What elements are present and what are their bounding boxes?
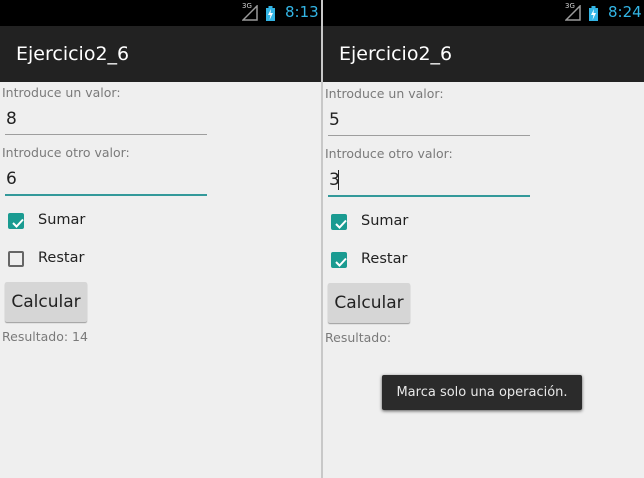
calcular-label: Calcular: [334, 293, 404, 313]
action-bar: Ejercicio2_6: [0, 26, 321, 82]
action-bar: Ejercicio2_6: [323, 26, 644, 82]
sumar-label: Sumar: [361, 213, 409, 229]
value2-input[interactable]: 3: [328, 168, 530, 197]
field2-label: Introduce otro valor:: [325, 146, 453, 161]
status-bar: 3G 8:13: [0, 0, 321, 26]
app-title: Ejercicio2_6: [339, 43, 453, 65]
toast-message: Marca solo una operación.: [382, 375, 582, 410]
calcular-label: Calcular: [11, 292, 81, 312]
status-bar: 3G 8:24: [323, 0, 644, 26]
sumar-checkbox[interactable]: Sumar: [323, 207, 483, 239]
value1-text: 5: [329, 110, 340, 130]
text-cursor: [338, 170, 339, 190]
result-text: Resultado:: [325, 330, 392, 345]
phone-screen-left: 3G 8:13 Ejercicio2_6 Introduce un valor:…: [0, 0, 321, 478]
result-text: Resultado: 14: [2, 329, 88, 344]
battery-charging-icon: [266, 6, 275, 21]
checkbox-unchecked-icon: [8, 251, 24, 267]
clock: 8:24: [608, 3, 642, 21]
value1-text: 8: [6, 109, 17, 129]
battery-charging-icon: [589, 6, 598, 21]
value2-text: 6: [6, 169, 17, 189]
restar-checkbox[interactable]: Restar: [0, 244, 160, 276]
value1-input[interactable]: 8: [5, 107, 207, 135]
checkbox-checked-icon: [331, 252, 347, 268]
value1-input[interactable]: 5: [328, 108, 530, 136]
network-type-label: 3G: [242, 2, 252, 10]
calcular-button[interactable]: Calcular: [328, 283, 410, 323]
field2-label: Introduce otro valor:: [2, 145, 130, 160]
value2-input[interactable]: 6: [5, 167, 207, 196]
restar-checkbox[interactable]: Restar: [323, 245, 483, 277]
field1-label: Introduce un valor:: [2, 85, 121, 100]
restar-label: Restar: [361, 251, 408, 267]
calcular-button[interactable]: Calcular: [5, 282, 87, 322]
signal-icon: 3G: [564, 2, 581, 21]
field1-label: Introduce un valor:: [325, 86, 444, 101]
sumar-checkbox[interactable]: Sumar: [0, 206, 160, 238]
toast-text: Marca solo una operación.: [396, 385, 568, 400]
restar-label: Restar: [38, 250, 85, 266]
checkbox-checked-icon: [331, 214, 347, 230]
app-title: Ejercicio2_6: [16, 43, 130, 65]
network-type-label: 3G: [565, 2, 575, 10]
sumar-label: Sumar: [38, 212, 86, 228]
clock: 8:13: [285, 3, 319, 21]
signal-icon: 3G: [241, 2, 258, 21]
checkbox-checked-icon: [8, 213, 24, 229]
